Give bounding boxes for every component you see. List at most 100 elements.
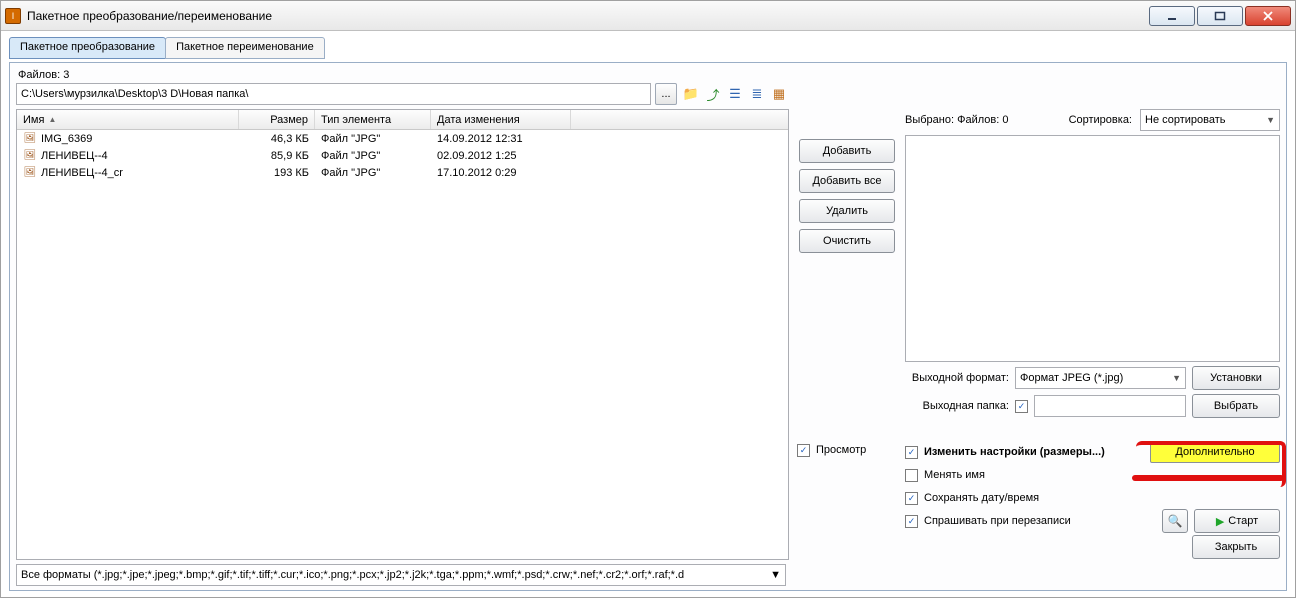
ask-overwrite-label: Спрашивать при перезаписи: [924, 515, 1071, 527]
view-thumbnails-icon[interactable]: ▦: [769, 84, 789, 104]
change-settings-line: Изменить настройки (размеры...) Дополнит…: [905, 442, 1280, 462]
path-row: ... 📁 ⤴ ☰ ≣ ▦: [16, 83, 789, 105]
sort-ascending-icon: ▲: [48, 115, 56, 124]
file-icon: 🖼: [23, 166, 37, 180]
file-icon: 🖼: [23, 149, 37, 163]
keep-date-line: Сохранять дату/время: [905, 488, 1280, 508]
folder-up-icon[interactable]: ⤴: [703, 84, 723, 104]
close-button[interactable]: [1245, 6, 1291, 26]
titlebar: I Пакетное преобразование/переименование: [1, 1, 1295, 31]
clear-button[interactable]: Очистить: [799, 229, 895, 253]
file-type: Файл "JPG": [315, 165, 431, 181]
start-button-label: Старт: [1228, 515, 1258, 527]
output-folder-input[interactable]: [1034, 395, 1186, 417]
chevron-down-icon: ▼: [1172, 373, 1181, 383]
start-button[interactable]: ▶ Старт: [1194, 509, 1280, 533]
file-date: 02.09.2012 1:25: [431, 148, 571, 164]
column-spacer: [571, 110, 788, 129]
rename-line: Менять имя: [905, 465, 1280, 485]
files-count-label: Файлов: 3: [16, 67, 1280, 83]
table-row[interactable]: 🖼 ЛЕНИВЕЦ--4 85,9 КБ Файл "JPG" 02.09.201…: [17, 147, 788, 164]
format-settings-button[interactable]: Установки: [1192, 366, 1280, 390]
selected-sort-row: [797, 83, 1280, 105]
file-name: ЛЕНИВЕЦ--4_cr: [41, 167, 123, 179]
table-row[interactable]: 🖼 ЛЕНИВЕЦ--4_cr 193 КБ Файл "JPG" 17.10.2…: [17, 164, 788, 181]
chevron-down-icon: ▼: [1266, 115, 1275, 125]
left-pane: ... 📁 ⤴ ☰ ≣ ▦ Имя ▲: [16, 83, 789, 560]
folder-icon[interactable]: 📁: [681, 84, 701, 104]
view-details-icon[interactable]: ☰: [725, 84, 745, 104]
window: I Пакетное преобразование/переименование…: [0, 0, 1296, 598]
file-type-filter-text: Все форматы (*.jpg;*.jpe;*.jpeg;*.bmp;*.…: [21, 569, 684, 581]
delete-button[interactable]: Удалить: [799, 199, 895, 223]
sort-select[interactable]: Не сортировать ▼: [1140, 109, 1280, 131]
rename-label: Менять имя: [924, 469, 985, 481]
file-type: Файл "JPG": [315, 148, 431, 164]
column-size[interactable]: Размер: [239, 110, 315, 129]
output-folder-browse-button[interactable]: Выбрать: [1192, 394, 1280, 418]
view-list-icon[interactable]: ≣: [747, 84, 767, 104]
output-format-label: Выходной формат:: [905, 372, 1009, 384]
two-column-layout: ... 📁 ⤴ ☰ ≣ ▦ Имя ▲: [16, 83, 1280, 560]
file-type-filter[interactable]: Все форматы (*.jpg;*.jpe;*.jpeg;*.bmp;*.…: [16, 564, 786, 586]
file-type: Файл "JPG": [315, 131, 431, 147]
chevron-down-icon: ▼: [770, 569, 781, 581]
path-browse-button[interactable]: ...: [655, 83, 677, 105]
sort-label: Сортировка:: [1069, 114, 1132, 126]
action-button-stack: Добавить Добавить все Удалить Очистить: [797, 109, 897, 438]
options-block: Изменить настройки (размеры...) Дополнит…: [905, 442, 1280, 560]
change-settings-checkbox[interactable]: [905, 446, 918, 459]
close-dialog-button[interactable]: Закрыть: [1192, 535, 1280, 559]
window-controls: [1147, 6, 1291, 26]
selected-count-label: Выбрано: Файлов: 0: [905, 114, 1008, 126]
column-name[interactable]: Имя ▲: [17, 110, 239, 129]
table-row[interactable]: 🖼IMG_6369 46,3 КБ Файл "JPG" 14.09.2012 …: [17, 130, 788, 147]
output-folder-row: Выходная папка: Выбрать: [905, 394, 1280, 418]
file-name: ЛЕНИВЕЦ--4: [41, 150, 108, 162]
keep-date-checkbox[interactable]: [905, 492, 918, 505]
tab-batch-convert[interactable]: Пакетное преобразование: [9, 37, 166, 59]
file-size: 193 КБ: [239, 165, 315, 181]
use-output-folder-checkbox[interactable]: [1015, 400, 1028, 413]
path-input[interactable]: [16, 83, 651, 105]
change-settings-label: Изменить настройки (размеры...): [924, 446, 1105, 458]
advanced-wrap: Дополнительно: [1150, 441, 1280, 463]
selection-status-row: Выбрано: Файлов: 0 Сортировка: Не сортир…: [905, 109, 1280, 131]
window-title: Пакетное преобразование/переименование: [27, 9, 1141, 23]
preview-label: Просмотр: [816, 444, 866, 456]
preview-toggle: Просмотр: [797, 442, 897, 560]
advanced-button[interactable]: Дополнительно: [1150, 441, 1280, 463]
column-name-label: Имя: [23, 114, 44, 126]
file-name: IMG_6369: [41, 133, 92, 145]
preview-window-button[interactable]: 🔍: [1162, 509, 1188, 533]
right-pane: Добавить Добавить все Удалить Очистить В…: [797, 83, 1280, 560]
minimize-button[interactable]: [1149, 6, 1195, 26]
maximize-button[interactable]: [1197, 6, 1243, 26]
preview-checkbox[interactable]: [797, 444, 810, 457]
rename-checkbox[interactable]: [905, 469, 918, 482]
add-all-button[interactable]: Добавить все: [799, 169, 895, 193]
view-toolbar: 📁 ⤴ ☰ ≣ ▦: [681, 84, 789, 104]
file-date: 17.10.2012 0:29: [431, 165, 571, 181]
output-folder-label: Выходная папка:: [905, 400, 1009, 412]
tab-batch-rename[interactable]: Пакетное переименование: [165, 37, 325, 59]
selected-files-list[interactable]: [905, 135, 1280, 362]
add-button[interactable]: Добавить: [799, 139, 895, 163]
output-format-row: Выходной формат: Формат JPEG (*.jpg) ▼ У…: [905, 366, 1280, 390]
ask-overwrite-checkbox[interactable]: [905, 515, 918, 528]
column-date[interactable]: Дата изменения: [431, 110, 571, 129]
play-icon: ▶: [1216, 515, 1224, 528]
keep-date-label: Сохранять дату/время: [924, 492, 1039, 504]
file-table-body[interactable]: 🖼IMG_6369 46,3 КБ Файл "JPG" 14.09.2012 …: [17, 130, 788, 559]
tabs: Пакетное преобразование Пакетное переиме…: [9, 37, 1287, 59]
output-format-value: Формат JPEG (*.jpg): [1020, 372, 1123, 384]
tab-body: Файлов: 3 ... 📁 ⤴ ☰ ≣ ▦: [9, 62, 1287, 591]
file-size: 85,9 КБ: [239, 148, 315, 164]
ask-overwrite-line: Спрашивать при перезаписи 🔍 ▶ Старт: [905, 511, 1280, 531]
app-icon: I: [5, 8, 21, 24]
column-type[interactable]: Тип элемента: [315, 110, 431, 129]
file-date: 14.09.2012 12:31: [431, 131, 571, 147]
file-icon: 🖼: [23, 132, 37, 146]
file-table: Имя ▲ Размер Тип элемента Дата изменения…: [16, 109, 789, 560]
output-format-select[interactable]: Формат JPEG (*.jpg) ▼: [1015, 367, 1186, 389]
